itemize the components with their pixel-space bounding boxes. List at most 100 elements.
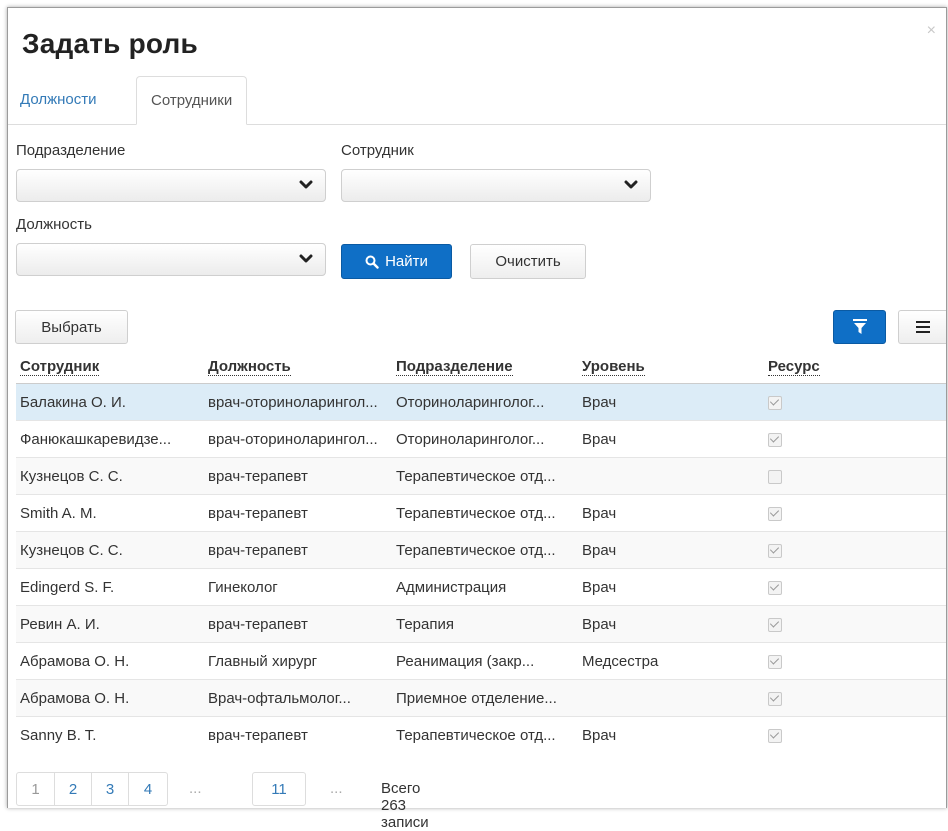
total-records: Всего 263 записи — [381, 780, 429, 831]
col-level[interactable]: Уровень — [578, 350, 764, 384]
pagination-ellipsis: ... — [189, 780, 202, 797]
resource-checkbox[interactable] — [768, 506, 782, 521]
department-select[interactable] — [16, 169, 326, 202]
pagination-ellipsis: ... — [330, 780, 343, 797]
employees-table: Сотрудник Должность Подразделение Уровен… — [16, 350, 946, 753]
table-row[interactable]: Фанюкашкаревидзе... врач-оториноларингол.… — [16, 420, 946, 458]
table-row[interactable]: Балакина О. И. врач-оториноларингол... Ото… — [16, 383, 946, 421]
cell-level — [578, 679, 764, 717]
col-position[interactable]: Должность — [204, 350, 392, 384]
table-row[interactable]: Абрамова О. Н. Главный хирург Реанимация (… — [16, 642, 946, 680]
col-department[interactable]: Подразделение — [392, 350, 578, 384]
cell-employee: Smith A. M. — [16, 494, 204, 532]
cell-employee: Абрамова О. Н. — [16, 679, 204, 717]
close-icon[interactable]: × — [927, 22, 936, 40]
table-header-row: Сотрудник Должность Подразделение Уровен… — [16, 350, 946, 384]
table-row[interactable]: Абрамова О. Н. Врач-офтальмолог... Приемно… — [16, 679, 946, 717]
cell-department: Приемное отделение... — [392, 679, 578, 717]
cell-position: Главный хирург — [204, 642, 392, 680]
cell-employee: Балакина О. И. — [16, 383, 204, 421]
cell-resource — [764, 679, 946, 717]
cell-resource — [764, 642, 946, 680]
columns-menu-button[interactable] — [898, 310, 946, 344]
resource-checkbox[interactable] — [768, 469, 782, 484]
cell-position: Врач-офтальмолог... — [204, 679, 392, 717]
page-3[interactable]: 3 — [91, 772, 129, 806]
cell-level: Медсестра — [578, 642, 764, 680]
dialog-title: Задать роль — [22, 28, 198, 59]
cell-resource — [764, 420, 946, 458]
resource-checkbox[interactable] — [768, 617, 782, 632]
cell-position: Гинеколог — [204, 568, 392, 606]
cell-resource — [764, 531, 946, 569]
cell-position: врач-терапевт — [204, 605, 392, 643]
position-label: Должность — [16, 216, 92, 233]
cell-department: Реанимация (закр... — [392, 642, 578, 680]
tab-bar: Должности Сотрудники — [8, 76, 946, 125]
cell-resource — [764, 605, 946, 643]
table-row[interactable]: Sanny B. T. врач-терапевт Терапевтическое … — [16, 716, 946, 753]
cell-resource — [764, 457, 946, 495]
cell-department: Оториноларинголог... — [392, 420, 578, 458]
cell-resource — [764, 383, 946, 421]
chevron-down-icon — [299, 254, 313, 263]
resource-checkbox[interactable] — [768, 543, 782, 558]
cell-position: врач-терапевт — [204, 716, 392, 753]
page-last[interactable]: 11 — [252, 772, 306, 806]
page-2[interactable]: 2 — [54, 772, 92, 806]
col-resource[interactable]: Ресурс — [764, 350, 946, 384]
cell-department: Терапевтическое отд... — [392, 531, 578, 569]
cell-level: Врач — [578, 494, 764, 532]
resource-checkbox[interactable] — [768, 395, 782, 410]
cell-department: Терапия — [392, 605, 578, 643]
cell-department: Оториноларинголог... — [392, 383, 578, 421]
cell-employee: Кузнецов С. С. — [16, 531, 204, 569]
cell-position: врач-терапевт — [204, 457, 392, 495]
chevron-down-icon — [624, 180, 638, 189]
table-body: Балакина О. И. врач-оториноларингол... Ото… — [16, 383, 946, 753]
select-button[interactable]: Выбрать — [15, 310, 128, 344]
employee-label: Сотрудник — [341, 142, 414, 159]
cell-employee: Кузнецов С. С. — [16, 457, 204, 495]
cell-department: Терапевтическое отд... — [392, 457, 578, 495]
resource-checkbox[interactable] — [768, 580, 782, 595]
tab-positions[interactable]: Должности — [8, 76, 109, 124]
cell-employee: Фанюкашкаревидзе... — [16, 420, 204, 458]
cell-position: врач-оториноларингол... — [204, 383, 392, 421]
clear-button[interactable]: Очистить — [470, 244, 586, 279]
cell-level: Врач — [578, 383, 764, 421]
col-employee[interactable]: Сотрудник — [16, 350, 204, 384]
tab-employees[interactable]: Сотрудники — [136, 76, 248, 125]
cell-level: Врач — [578, 531, 764, 569]
filter-button[interactable] — [833, 310, 886, 344]
table-row[interactable]: Кузнецов С. С. врач-терапевт Терапевтическ… — [16, 457, 946, 495]
page-4[interactable]: 4 — [128, 772, 168, 806]
cell-position: врач-оториноларингол... — [204, 420, 392, 458]
menu-icon — [915, 321, 930, 333]
cell-employee: Sanny B. T. — [16, 716, 204, 753]
resource-checkbox[interactable] — [768, 728, 782, 743]
position-select[interactable] — [16, 243, 326, 276]
department-label: Подразделение — [16, 142, 126, 159]
table-row[interactable]: Кузнецов С. С. врач-терапевт Терапевтическ… — [16, 531, 946, 569]
find-button[interactable]: Найти — [341, 244, 452, 279]
cell-employee: Абрамова О. Н. — [16, 642, 204, 680]
cell-resource — [764, 716, 946, 753]
cell-employee: Edingerd S. F. — [16, 568, 204, 606]
cell-position: врач-терапевт — [204, 531, 392, 569]
table-row[interactable]: Ревин А. И. врач-терапевт Терапия Врач — [16, 605, 946, 643]
cell-employee: Ревин А. И. — [16, 605, 204, 643]
cell-level: Врач — [578, 568, 764, 606]
cell-resource — [764, 568, 946, 606]
search-icon — [365, 255, 379, 269]
cell-level: Врач — [578, 420, 764, 458]
cell-resource — [764, 494, 946, 532]
employee-select[interactable] — [341, 169, 651, 202]
resource-checkbox[interactable] — [768, 654, 782, 669]
table-row[interactable]: Smith A. M. врач-терапевт Терапевтическое … — [16, 494, 946, 532]
resource-checkbox[interactable] — [768, 691, 782, 706]
table-row[interactable]: Edingerd S. F. Гинеколог Администрация Врач — [16, 568, 946, 606]
resource-checkbox[interactable] — [768, 432, 782, 447]
page-1[interactable]: 1 — [16, 772, 55, 806]
filter-icon — [852, 319, 867, 334]
